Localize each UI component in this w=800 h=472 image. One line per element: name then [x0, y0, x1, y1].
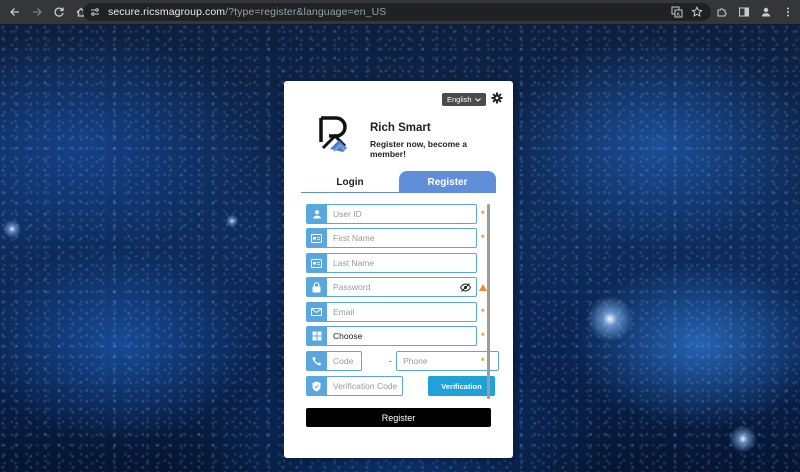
choose-value: Choose [333, 331, 363, 341]
tab-login[interactable]: Login [301, 171, 399, 193]
last-name-input[interactable] [333, 254, 476, 272]
phone-separator: - [389, 356, 392, 366]
scrollbar-thumb[interactable] [487, 204, 490, 399]
light-flare [225, 214, 239, 228]
verification-code-input[interactable] [333, 377, 402, 395]
user-id-input[interactable] [333, 205, 476, 223]
bookmark-star-icon[interactable] [689, 4, 705, 20]
email-input[interactable] [333, 303, 476, 321]
country-code-input[interactable] [333, 352, 361, 370]
user-id-field [306, 204, 477, 224]
verification-field: Verification [306, 376, 496, 396]
required-mark: * [481, 356, 485, 366]
extensions-icon[interactable] [712, 2, 732, 22]
phone-field: - [306, 351, 499, 371]
eye-slash-icon[interactable] [460, 283, 471, 292]
light-flare [2, 219, 22, 239]
choose-field: Choose [306, 326, 477, 346]
warning-icon [479, 284, 487, 291]
profile-icon[interactable] [756, 2, 776, 22]
back-icon[interactable] [5, 2, 25, 22]
register-submit-button[interactable]: Register [306, 408, 491, 427]
shield-icon [306, 376, 327, 396]
choose-select[interactable]: Choose [327, 326, 477, 346]
email-field [306, 302, 477, 322]
side-panel-icon[interactable] [734, 2, 754, 22]
tagline: Register now, become a member! [370, 139, 467, 159]
password-field [306, 277, 477, 297]
language-label: English [447, 95, 472, 104]
first-name-input[interactable] [333, 229, 476, 247]
first-name-field [306, 228, 477, 248]
url-path: /?type=register&language=en_US [225, 6, 387, 18]
forward-icon[interactable] [27, 2, 47, 22]
tab-register[interactable]: Register [399, 171, 496, 193]
url-host: secure.ricsmagroup.com [108, 6, 226, 18]
auth-tabs: Login Register [301, 171, 496, 193]
password-input[interactable] [333, 278, 476, 296]
reload-icon[interactable] [49, 2, 69, 22]
light-flare [728, 424, 758, 454]
url-text: secure.ricsmagroup.com/?type=register&la… [108, 6, 386, 18]
browser-toolbar: secure.ricsmagroup.com/?type=register&la… [0, 0, 800, 24]
last-name-field [306, 253, 477, 273]
chevron-down-icon [474, 97, 481, 102]
light-flare [585, 294, 635, 344]
site-settings-icon[interactable] [88, 5, 102, 19]
mail-icon [306, 302, 327, 322]
phone-icon [306, 351, 327, 371]
brand-name: Rich Smart [370, 122, 431, 134]
brand-logo [319, 116, 349, 152]
lock-icon [306, 277, 327, 297]
gear-icon[interactable] [491, 91, 503, 104]
required-mark: * [481, 233, 485, 243]
required-mark: * [481, 209, 485, 219]
language-select[interactable]: English [442, 93, 486, 106]
required-mark: * [481, 307, 485, 317]
user-icon [306, 204, 327, 224]
verification-button[interactable]: Verification [428, 376, 495, 396]
id-card-icon [306, 253, 327, 273]
menu-icon[interactable] [778, 2, 798, 22]
address-bar[interactable]: secure.ricsmagroup.com/?type=register&la… [83, 3, 711, 21]
translate-icon[interactable]: A [669, 4, 685, 20]
grid-icon [306, 326, 327, 346]
id-card-icon [306, 228, 327, 248]
register-card: English Rich Smart Register now, become … [284, 81, 513, 458]
form-scrollbar[interactable] [487, 204, 490, 399]
required-mark: * [481, 331, 485, 341]
